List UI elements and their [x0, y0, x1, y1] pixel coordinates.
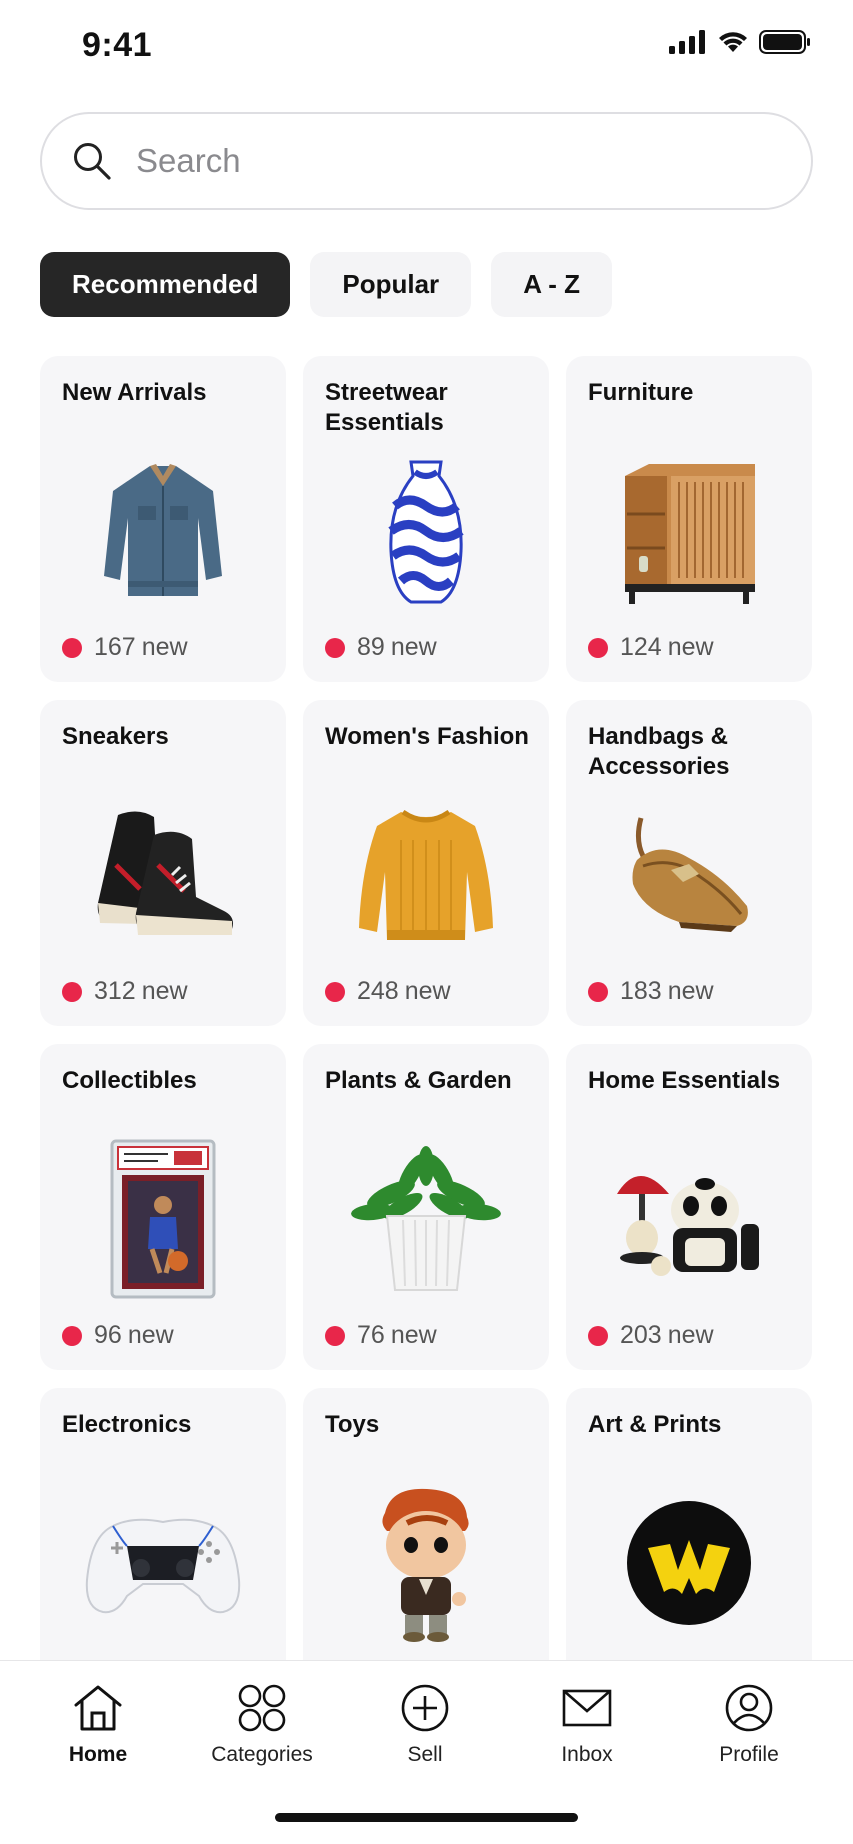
game-controller-icon — [40, 1488, 286, 1638]
status-icons — [669, 30, 811, 54]
sell-plus-icon — [401, 1684, 449, 1732]
category-card-handbags-accessories[interactable]: Handbags & Accessories 183 new — [566, 700, 812, 1026]
yellow-sweater-icon — [303, 800, 549, 950]
new-count-value: 76 — [357, 1321, 385, 1349]
profile-icon — [725, 1684, 773, 1732]
home-icon — [74, 1685, 122, 1731]
blue-vase-icon — [303, 456, 549, 606]
new-count: 76 new — [325, 1321, 437, 1350]
battery-icon — [759, 30, 810, 54]
new-count-value: 312 — [94, 977, 136, 1005]
categories-icon — [238, 1684, 286, 1732]
status-bar: 9:41 — [0, 0, 853, 95]
tab-categories[interactable]: Categories — [192, 1683, 332, 1767]
category-card-plants-garden[interactable]: Plants & Garden 76 new — [303, 1044, 549, 1370]
tab-home-label: Home — [68, 1743, 128, 1766]
inbox-mail-icon — [562, 1689, 612, 1727]
new-count: 203 new — [588, 1321, 714, 1350]
category-card-furniture[interactable]: Furniture 124 new — [566, 356, 812, 682]
new-indicator-dot — [325, 637, 345, 658]
new-count-suffix: new — [141, 977, 188, 1005]
sneakers-icon — [40, 800, 286, 950]
new-count: 183 new — [588, 977, 714, 1006]
category-title: Plants & Garden — [325, 1067, 512, 1094]
new-count: 96 new — [62, 1321, 174, 1350]
new-count-suffix: new — [141, 633, 188, 661]
tab-profile-label: Profile — [719, 1743, 779, 1766]
handbag-icon — [566, 800, 812, 950]
new-count: 89 new — [325, 633, 437, 662]
category-card-collectibles[interactable]: Collectibles 96 new — [40, 1044, 286, 1370]
new-indicator-dot — [325, 981, 345, 1002]
new-count-value: 124 — [620, 633, 662, 661]
chip-a-z[interactable]: A - Z — [491, 252, 612, 317]
denim-jacket-icon — [40, 456, 286, 606]
chip-popular[interactable]: Popular — [310, 252, 472, 317]
new-indicator-dot — [588, 637, 608, 658]
category-card-sneakers[interactable]: Sneakers 312 new — [40, 700, 286, 1026]
category-title: Collectibles — [62, 1067, 197, 1094]
category-card-streetwear-essentials[interactable]: Streetwear Essentials 89 new — [303, 356, 549, 682]
category-title: Women's Fashion — [325, 723, 529, 750]
new-count-value: 89 — [357, 633, 385, 661]
potted-plant-icon — [303, 1144, 549, 1294]
tab-profile[interactable]: Profile — [679, 1683, 819, 1767]
new-indicator-dot — [62, 1325, 82, 1346]
category-title: Home Essentials — [588, 1067, 781, 1094]
wooden-cabinet-icon — [566, 456, 812, 606]
category-card-womens-fashion[interactable]: Women's Fashion 248 new — [303, 700, 549, 1026]
category-title: Toys — [325, 1411, 380, 1438]
signal-icon — [669, 30, 705, 54]
category-grid: New Arrivals 167 new Streetwear Essentia… — [40, 356, 813, 1714]
new-count-value: 203 — [620, 1321, 662, 1349]
new-count-suffix: new — [390, 633, 437, 661]
category-title: New Arrivals — [62, 379, 207, 406]
search-icon — [74, 143, 111, 180]
new-count-suffix: new — [390, 1321, 437, 1349]
category-title: Handbags & Accessories — [588, 723, 730, 780]
category-title: Furniture — [588, 379, 694, 406]
chip-recommended[interactable]: Recommended — [40, 252, 291, 317]
new-indicator-dot — [588, 1325, 608, 1346]
category-title: Art & Prints — [588, 1411, 722, 1438]
search-input[interactable] — [136, 142, 736, 180]
new-count-suffix: new — [667, 633, 714, 661]
new-count-suffix: new — [667, 1321, 714, 1349]
new-count: 167 new — [62, 633, 188, 662]
new-count-suffix: new — [404, 977, 451, 1005]
new-indicator-dot — [62, 637, 82, 658]
search-bar[interactable] — [40, 112, 813, 210]
new-indicator-dot — [588, 981, 608, 1002]
new-indicator-dot — [325, 1325, 345, 1346]
tab-sell-label: Sell — [407, 1743, 443, 1766]
toy-figure-icon — [303, 1488, 549, 1642]
new-count: 248 new — [325, 977, 451, 1006]
new-indicator-dot — [62, 981, 82, 1002]
filter-chips: Recommended Popular A - Z — [40, 252, 612, 317]
new-count-value: 167 — [94, 633, 136, 661]
new-count-value: 248 — [357, 977, 399, 1005]
category-card-home-essentials[interactable]: Home Essentials 203 new — [566, 1044, 812, 1370]
new-count: 312 new — [62, 977, 188, 1006]
tab-inbox-label: Inbox — [561, 1743, 613, 1766]
home-indicator — [275, 1813, 578, 1822]
home-decor-icon — [566, 1144, 812, 1294]
category-title: Electronics — [62, 1411, 192, 1438]
tab-home[interactable]: Home — [28, 1683, 168, 1767]
tab-inbox[interactable]: Inbox — [517, 1683, 657, 1767]
new-count-value: 183 — [620, 977, 662, 1005]
new-count-suffix: new — [667, 977, 714, 1005]
new-count: 124 new — [588, 633, 714, 662]
art-print-icon — [566, 1488, 812, 1638]
graded-card-icon — [40, 1139, 286, 1299]
category-title: Streetwear Essentials — [325, 379, 448, 436]
new-count-suffix: new — [127, 1321, 174, 1349]
tab-categories-label: Categories — [211, 1743, 313, 1766]
wifi-icon — [719, 32, 747, 52]
category-title: Sneakers — [62, 723, 169, 750]
category-card-new-arrivals[interactable]: New Arrivals 167 new — [40, 356, 286, 682]
status-time: 9:41 — [82, 26, 153, 64]
tab-sell[interactable]: Sell — [355, 1683, 495, 1767]
new-count-value: 96 — [94, 1321, 122, 1349]
